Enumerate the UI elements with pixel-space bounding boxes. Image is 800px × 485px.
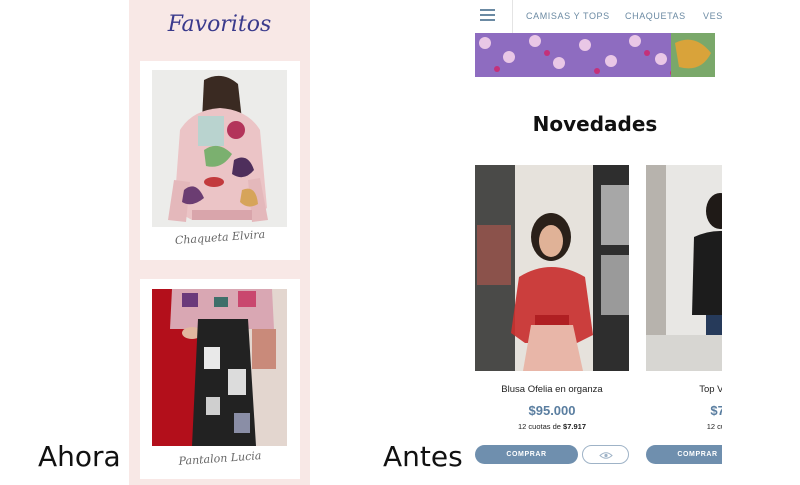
- nav-divider: [512, 0, 513, 33]
- product-image[interactable]: [646, 165, 722, 371]
- product-name[interactable]: Blusa Ofelia en organza: [475, 384, 629, 395]
- buy-button[interactable]: COMPRAR: [646, 445, 722, 464]
- product-price: $75.: [710, 403, 722, 418]
- ahora-panel: Favoritos Chaqueta Elvira Pantalon Lucia: [129, 0, 310, 485]
- product-installments: 12 cuotas de $7.917: [518, 422, 586, 431]
- buy-button[interactable]: COMPRAR: [475, 445, 578, 464]
- antes-panel: CAMISAS Y TOPS CHAQUETAS VES Novedades B…: [470, 0, 722, 485]
- product-photo[interactable]: [152, 70, 287, 227]
- favorite-card[interactable]: Pantalon Lucia: [140, 279, 300, 479]
- nav-item-chaquetas[interactable]: CHAQUETAS: [625, 11, 686, 21]
- favoritos-title: Favoritos: [167, 12, 272, 37]
- quick-view-button[interactable]: [582, 445, 629, 464]
- eye-icon: [599, 452, 613, 459]
- product-installments: 12 cuotas: [706, 422, 722, 431]
- product-name[interactable]: Top Vendet: [646, 384, 722, 395]
- top-navigation: CAMISAS Y TOPS CHAQUETAS VES: [470, 0, 722, 33]
- hero-banner-image[interactable]: [475, 33, 715, 77]
- product-photo[interactable]: [152, 289, 287, 446]
- ahora-label: Ahora: [38, 440, 121, 473]
- product-image[interactable]: [475, 165, 629, 371]
- nav-item-vestidos[interactable]: VES: [703, 11, 722, 21]
- favorite-caption: Pantalon Lucia: [178, 449, 262, 468]
- nav-item-camisas-y-tops[interactable]: CAMISAS Y TOPS: [526, 11, 610, 21]
- antes-label: Antes: [383, 440, 463, 473]
- favorite-card[interactable]: Chaqueta Elvira: [140, 61, 300, 260]
- product-price: $95.000: [528, 403, 576, 418]
- hamburger-icon[interactable]: [480, 9, 495, 21]
- favorite-caption: Chaqueta Elvira: [174, 227, 266, 248]
- section-title: Novedades: [532, 112, 658, 136]
